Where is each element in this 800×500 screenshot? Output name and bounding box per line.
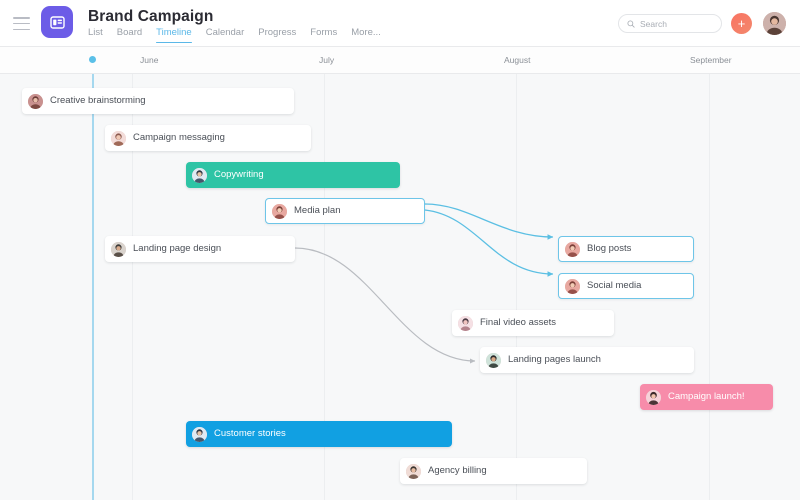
assignee-avatar <box>28 94 43 109</box>
task-label: Agency billing <box>428 466 487 476</box>
hamburger-icon[interactable] <box>13 17 30 30</box>
search-box[interactable] <box>618 14 722 33</box>
task-label: Media plan <box>294 206 340 216</box>
plus-icon: + <box>738 18 746 29</box>
timeline-app: Brand Campaign List Board Timeline Calen… <box>0 0 800 500</box>
search-icon <box>627 20 635 28</box>
tab-list[interactable]: List <box>88 27 103 43</box>
assignee-avatar <box>565 279 580 294</box>
tab-timeline[interactable]: Timeline <box>156 27 192 43</box>
task-bar-landing-page-design[interactable]: Landing page design <box>105 236 295 262</box>
tab-more[interactable]: More... <box>351 27 381 43</box>
page-title: Brand Campaign <box>88 8 213 26</box>
task-bar-customer-stories[interactable]: Customer stories <box>186 421 452 447</box>
task-label: Campaign launch! <box>668 392 745 402</box>
tab-progress[interactable]: Progress <box>258 27 296 43</box>
task-bar-copywriting[interactable]: Copywriting <box>186 162 400 188</box>
task-bar-media-plan[interactable]: Media plan <box>265 198 425 224</box>
assignee-avatar <box>646 390 661 405</box>
task-label: Social media <box>587 281 641 291</box>
task-bar-landing-pages-launch[interactable]: Landing pages launch <box>480 347 694 373</box>
project-board-icon[interactable] <box>41 6 73 38</box>
assignee-avatar <box>111 131 126 146</box>
timeline-grid: Creative brainstorming Campaign messagin… <box>0 74 800 500</box>
column-divider-august <box>516 74 517 500</box>
top-bar: Brand Campaign List Board Timeline Calen… <box>0 0 800 47</box>
task-bar-campaign-launch[interactable]: Campaign launch! <box>640 384 773 410</box>
task-label: Customer stories <box>214 429 286 439</box>
timeline-month-header: June July August September <box>0 47 800 74</box>
task-label: Landing page design <box>133 244 221 254</box>
task-label: Blog posts <box>587 244 631 254</box>
tab-forms[interactable]: Forms <box>310 27 337 43</box>
task-bar-creative-brainstorming[interactable]: Creative brainstorming <box>22 88 294 114</box>
today-marker-dot <box>89 56 96 63</box>
task-bar-campaign-messaging[interactable]: Campaign messaging <box>105 125 311 151</box>
tab-board[interactable]: Board <box>117 27 142 43</box>
task-label: Final video assets <box>480 318 556 328</box>
view-tabs: List Board Timeline Calendar Progress Fo… <box>88 27 381 47</box>
add-task-button[interactable]: + <box>731 13 752 34</box>
task-label: Creative brainstorming <box>50 96 146 106</box>
task-label: Landing pages launch <box>508 355 601 365</box>
task-label: Copywriting <box>214 170 264 180</box>
assignee-avatar <box>272 204 287 219</box>
assignee-avatar <box>458 316 473 331</box>
task-bar-social-media[interactable]: Social media <box>558 273 694 299</box>
column-divider-september <box>709 74 710 500</box>
month-label-july: July <box>319 55 334 65</box>
task-bar-blog-posts[interactable]: Blog posts <box>558 236 694 262</box>
task-bar-agency-billing[interactable]: Agency billing <box>400 458 587 484</box>
task-label: Campaign messaging <box>133 133 225 143</box>
tab-calendar[interactable]: Calendar <box>206 27 245 43</box>
assignee-avatar <box>192 427 207 442</box>
assignee-avatar <box>486 353 501 368</box>
search-input[interactable] <box>640 19 712 29</box>
month-label-september: September <box>690 55 732 65</box>
today-marker-line <box>92 74 94 500</box>
assignee-avatar <box>111 242 126 257</box>
assignee-avatar <box>192 168 207 183</box>
assignee-avatar <box>406 464 421 479</box>
month-label-august: August <box>504 55 530 65</box>
assignee-avatar <box>565 242 580 257</box>
task-bar-final-video-assets[interactable]: Final video assets <box>452 310 614 336</box>
month-label-june: June <box>140 55 158 65</box>
avatar[interactable] <box>763 12 786 35</box>
